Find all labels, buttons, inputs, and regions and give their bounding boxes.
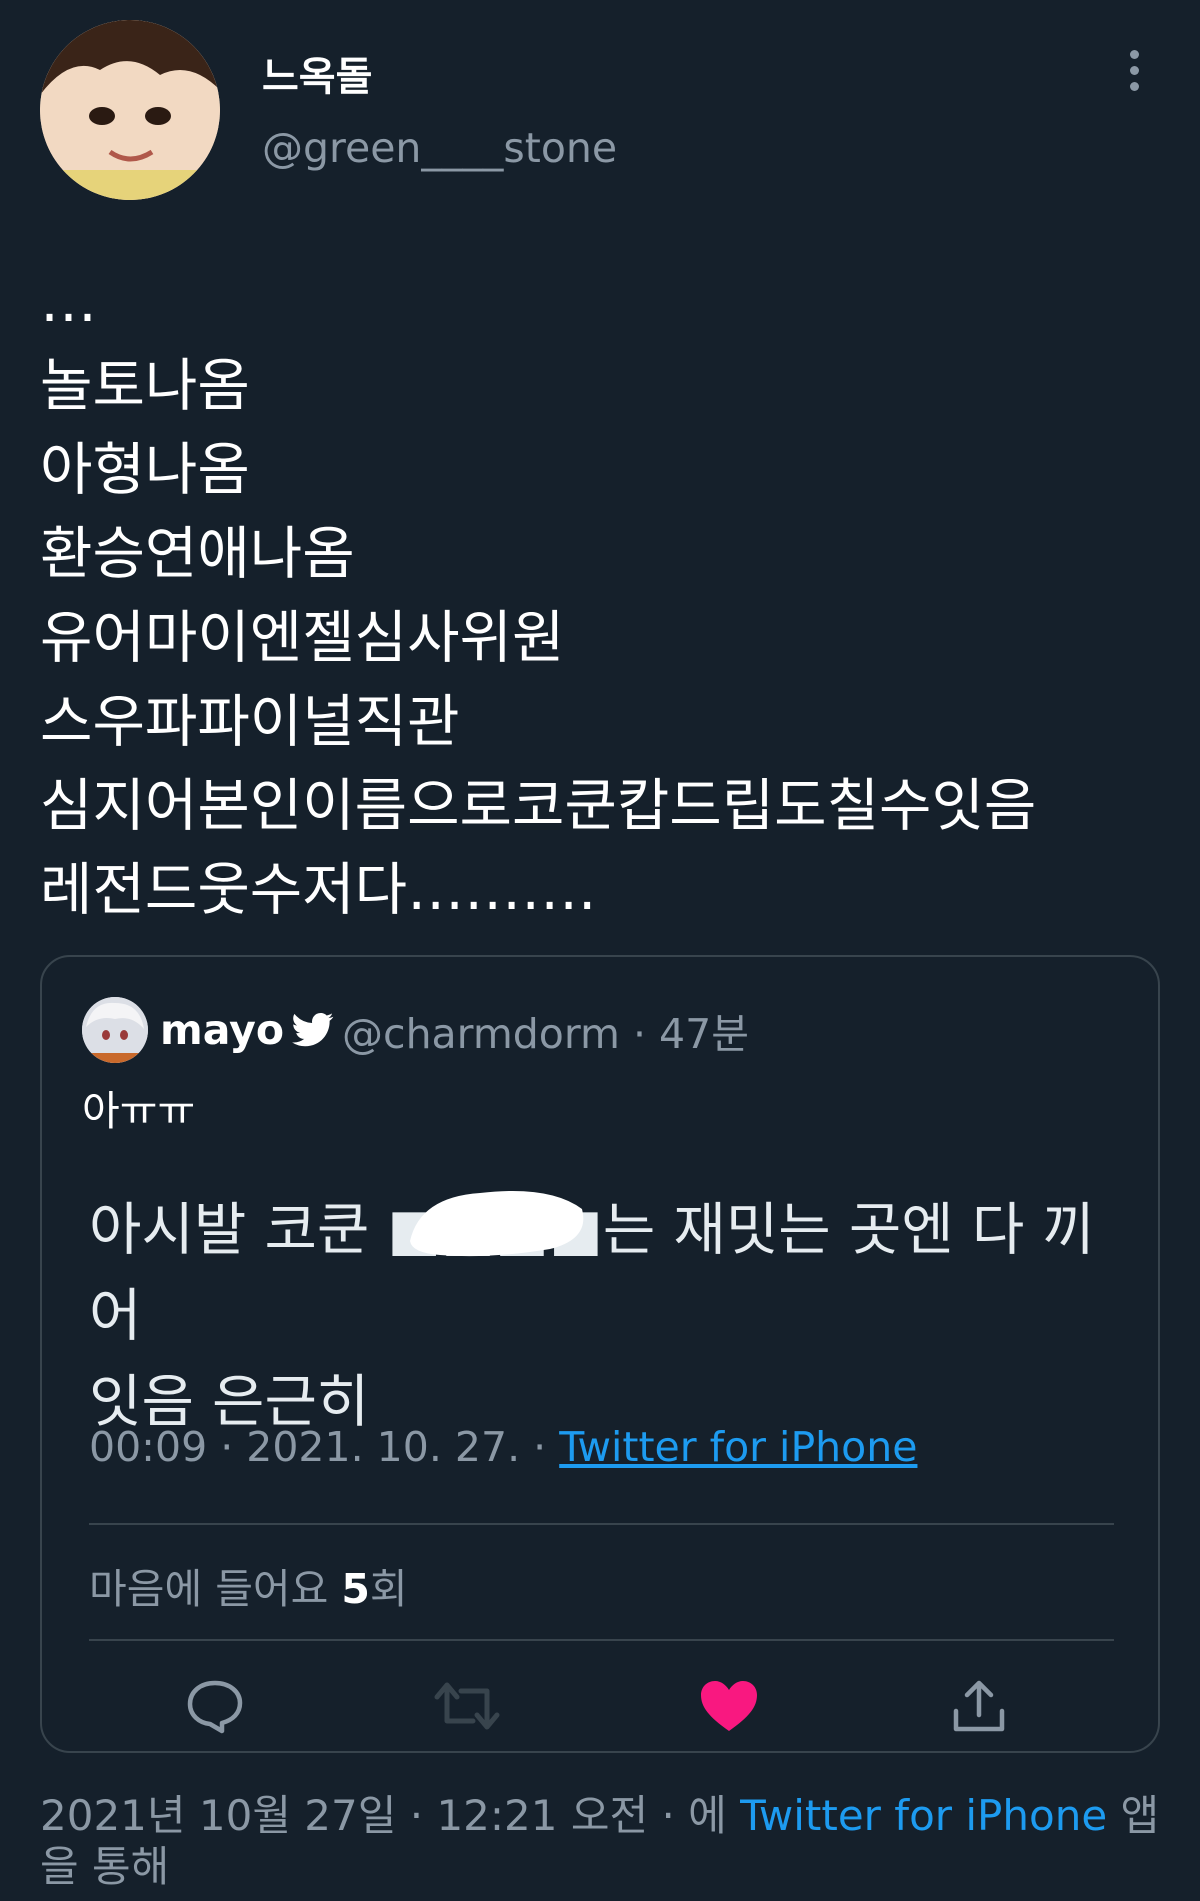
likes-unit: 회 [369, 1565, 408, 1613]
share-icon[interactable] [944, 1671, 1014, 1741]
author-handle[interactable]: @green____stone [262, 124, 617, 172]
meta-timestamp: 00:09 · 2021. 10. 27. · [89, 1423, 560, 1471]
profile-avatar[interactable] [40, 20, 220, 200]
quoted-tweet-text: 아ㅠㅠ [82, 1087, 196, 1135]
divider [89, 1523, 1114, 1525]
quoted-handle-time[interactable]: @charmdorm · 47분 [342, 1000, 749, 1060]
retweet-icon[interactable] [432, 1671, 502, 1741]
likes-count[interactable]: 마음에 들어요 5회 [89, 1555, 408, 1615]
like-icon[interactable] [694, 1671, 764, 1741]
quoted-tweet-card[interactable]: mayo @charmdorm · 47분 아ㅠㅠ 아시발 코쿤 ■■■■는 재… [40, 955, 1160, 1753]
footer-source-link[interactable]: Twitter for iPhone [740, 1791, 1107, 1840]
divider [89, 1639, 1114, 1641]
likes-label: 마음에 들어요 [89, 1565, 342, 1613]
quoted-tweet-header: mayo @charmdorm · 47분 [82, 995, 749, 1065]
tweet-footer-meta: 2021년 10월 27일 · 12:21 오전 · 에 Twitter for… [40, 1790, 1170, 1892]
footer-timestamp: 2021년 10월 27일 · 12:21 오전 · 에 [40, 1791, 741, 1840]
redaction-scribble [410, 1191, 584, 1257]
source-link[interactable]: Twitter for iPhone [559, 1423, 917, 1471]
tweet-text: … 놀토나옴 아형나옴 환승연애나옴 유어마이엔젤심사위원 스우파파이널직관 심… [40, 269, 1037, 923]
reply-icon[interactable] [180, 1671, 250, 1741]
likes-number: 5 [341, 1565, 370, 1613]
quoted-display-name[interactable]: mayo [160, 1006, 284, 1054]
quoted-avatar[interactable] [82, 997, 148, 1063]
author-display-name[interactable]: 느옥돌 [262, 44, 372, 102]
screenshot-tweet-meta: 00:09 · 2021. 10. 27. · Twitter for iPho… [89, 1423, 917, 1471]
verified-bird-icon [292, 1012, 334, 1048]
more-vertical-icon[interactable] [1116, 50, 1152, 100]
screenshot-tweet-text: 아시발 코쿤 ■■■■는 재밋는 곳엔 다 끼어 잇음 은근히 [89, 1197, 1095, 1435]
